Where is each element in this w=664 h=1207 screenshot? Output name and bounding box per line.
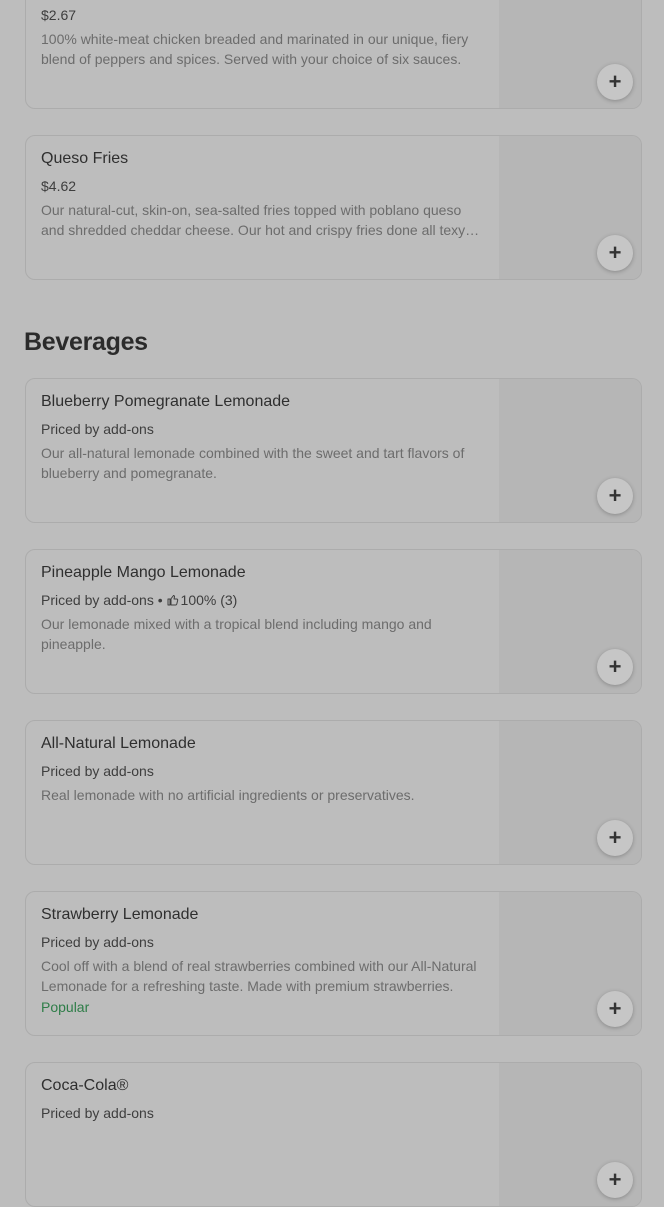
item-name: Pineapple Mango Lemonade xyxy=(41,564,246,581)
popular-badge: Popular xyxy=(41,999,90,1015)
menu-item-card[interactable]: Blueberry Pomegranate Lemonade Priced by… xyxy=(25,378,642,523)
item-price: Priced by add-ons xyxy=(41,1105,154,1121)
section-title-beverages: Beverages xyxy=(24,328,148,356)
item-description: Our natural-cut, skin-on, sea-salted fri… xyxy=(41,202,466,238)
menu-item-card[interactable]: Coca-Cola® Priced by add-ons + xyxy=(25,1062,642,1207)
item-description: 100% white-meat chicken breaded and mari… xyxy=(41,31,469,67)
add-item-button[interactable]: + xyxy=(597,649,633,685)
separator: • xyxy=(153,592,167,608)
item-description: Real lemonade with no artificial ingredi… xyxy=(41,787,415,803)
menu-item-card[interactable]: Strawberry Lemonade Priced by add-ons Co… xyxy=(25,891,642,1036)
item-price: Priced by add-ons xyxy=(41,421,154,437)
item-name: Strawberry Lemonade xyxy=(41,906,199,923)
add-item-button[interactable]: + xyxy=(597,1162,633,1198)
add-item-button[interactable]: + xyxy=(597,64,633,100)
item-name: Blueberry Pomegranate Lemonade xyxy=(41,393,291,410)
item-price: Priced by add-ons xyxy=(41,763,154,779)
plus-icon: + xyxy=(608,654,622,679)
item-rating: 100% (3) xyxy=(180,592,238,608)
add-item-button[interactable]: + xyxy=(597,991,633,1027)
item-price: Priced by add-ons xyxy=(41,934,154,950)
item-name: Coca-Cola® xyxy=(41,1077,129,1094)
plus-icon: + xyxy=(608,996,622,1021)
item-description: Our all-natural lemonade combined with t… xyxy=(41,445,465,481)
item-price: Priced by add-ons xyxy=(41,592,154,608)
menu-item-card[interactable]: Queso Fries $4.62 Our natural-cut, skin-… xyxy=(25,135,642,280)
plus-icon: + xyxy=(608,1167,622,1192)
item-description: Our lemonade mixed with a tropical blend… xyxy=(41,616,432,652)
add-item-button[interactable]: + xyxy=(597,235,633,271)
add-item-button[interactable]: + xyxy=(597,478,633,514)
item-price: $2.67 xyxy=(41,7,77,23)
thumbs-up-icon xyxy=(167,595,178,606)
plus-icon: + xyxy=(608,825,622,850)
plus-icon: + xyxy=(608,240,622,265)
menu-item-card[interactable]: $2.67 100% white-meat chicken breaded an… xyxy=(25,0,642,109)
item-name: All-Natural Lemonade xyxy=(41,735,196,752)
item-description: Cool off with a blend of real strawberri… xyxy=(41,958,477,994)
plus-icon: + xyxy=(608,483,622,508)
item-price-rating: Priced by add-ons • 100% (3) xyxy=(41,592,237,608)
plus-icon: + xyxy=(608,69,622,94)
item-price: $4.62 xyxy=(41,178,77,194)
menu-item-card[interactable]: All-Natural Lemonade Priced by add-ons R… xyxy=(25,720,642,865)
add-item-button[interactable]: + xyxy=(597,820,633,856)
menu-item-card[interactable]: Pineapple Mango Lemonade Priced by add-o… xyxy=(25,549,642,694)
item-name: Queso Fries xyxy=(41,150,129,167)
